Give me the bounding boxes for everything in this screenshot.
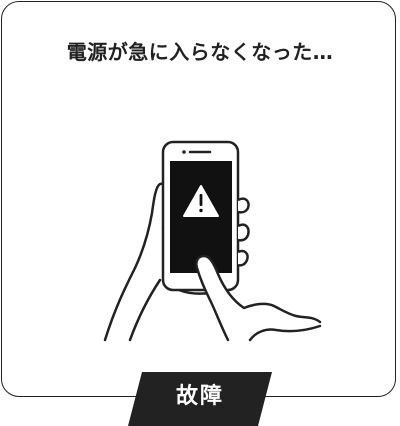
hand-holding-phone-illustration bbox=[103, 140, 322, 342]
phone-camera bbox=[182, 150, 186, 154]
category-tag-label: 故障 bbox=[175, 384, 224, 409]
holding-hand-palm-line bbox=[128, 278, 162, 342]
holding-finger-middle bbox=[237, 223, 250, 242]
card-headline: 電源が急に入らなくなった… bbox=[66, 40, 334, 64]
holding-finger-lower bbox=[237, 249, 249, 267]
pressing-hand-outline bbox=[195, 254, 322, 342]
holding-finger-top bbox=[237, 197, 250, 214]
category-tag: 故障 bbox=[128, 372, 272, 426]
